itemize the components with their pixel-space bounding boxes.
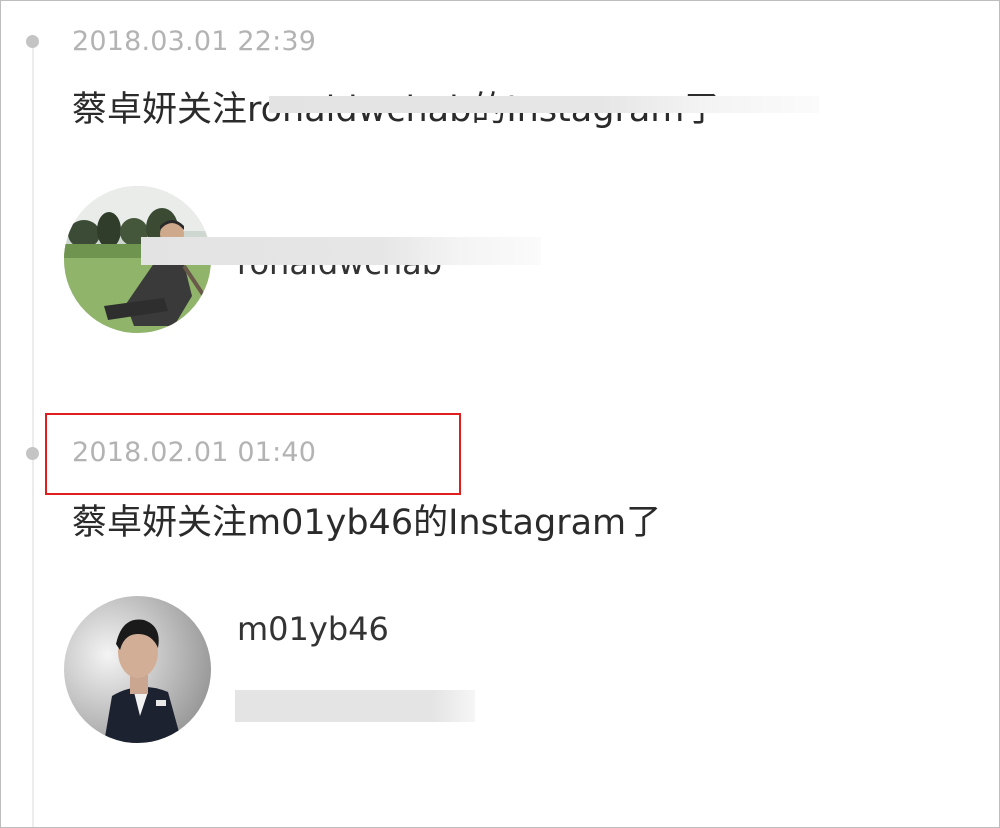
entry-username[interactable]: m01yb46 [237,613,389,645]
profile-photo-man-in-suit-icon [64,596,211,743]
avatar[interactable] [64,596,211,743]
timeline-line [32,41,34,827]
entry-timestamp: 2018.03.01 22:39 [72,26,317,57]
redaction-bar [235,690,475,722]
timeline-dot [26,35,39,48]
entry-headline[interactable]: 蔡卓妍关注m01yb46的Instagram了 [72,506,661,541]
redaction-bar [141,237,541,265]
redaction-bar [269,96,819,113]
highlight-box [45,413,461,495]
activity-timeline: 2018.03.01 22:39 蔡卓妍关注ronaldwchab的Instag… [0,0,1000,828]
timeline-dot [26,447,39,460]
